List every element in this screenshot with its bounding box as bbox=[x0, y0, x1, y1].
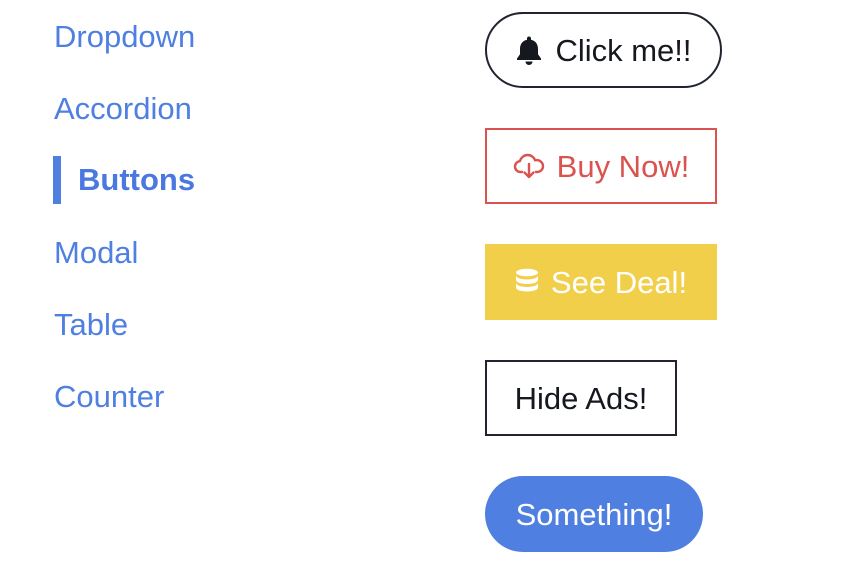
see-deal-label: See Deal! bbox=[550, 264, 688, 300]
something-label: Something! bbox=[515, 496, 673, 532]
buy-now-button[interactable]: Buy Now! bbox=[485, 128, 717, 204]
sidebar-item-accordion[interactable]: Accordion bbox=[54, 89, 192, 129]
sidebar-item-table[interactable]: Table bbox=[54, 305, 128, 345]
cloud-download-icon bbox=[513, 153, 545, 179]
sidebar-item-counter[interactable]: Counter bbox=[54, 377, 164, 417]
see-deal-button[interactable]: See Deal! bbox=[485, 244, 717, 320]
bell-icon bbox=[515, 35, 543, 65]
database-icon bbox=[515, 268, 539, 296]
sidebar-item-dropdown[interactable]: Dropdown bbox=[54, 17, 195, 57]
hide-ads-label: Hide Ads! bbox=[514, 380, 648, 416]
click-me-button[interactable]: Click me!! bbox=[485, 12, 722, 88]
click-me-label: Click me!! bbox=[555, 32, 692, 68]
something-button[interactable]: Something! bbox=[485, 476, 703, 552]
sidebar-item-buttons[interactable]: Buttons bbox=[78, 160, 195, 200]
active-indicator-bar bbox=[53, 156, 61, 204]
buy-now-label: Buy Now! bbox=[556, 148, 690, 184]
sidebar-item-modal[interactable]: Modal bbox=[54, 233, 138, 273]
hide-ads-button[interactable]: Hide Ads! bbox=[485, 360, 677, 436]
